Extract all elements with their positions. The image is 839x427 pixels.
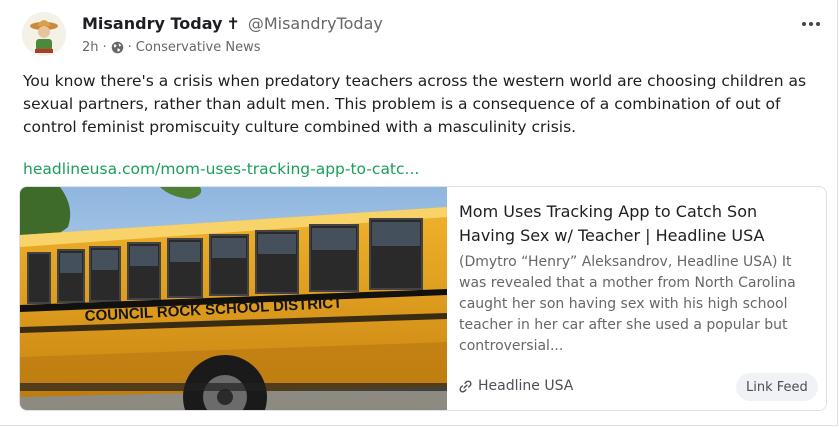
post-card: Misandry Today ✝ @MisandryToday 2h · · C… (0, 0, 838, 426)
preview-title[interactable]: Mom Uses Tracking App to Catch Son Havin… (459, 200, 809, 248)
preview-source[interactable]: Headline USA (459, 378, 573, 394)
post-meta: 2h · · Conservative News (82, 38, 261, 56)
author-handle[interactable]: @MisandryToday (248, 14, 383, 33)
avatar-image (22, 12, 66, 56)
post-link[interactable]: headlineusa.com/mom-uses-tracking-app-to… (23, 160, 419, 178)
more-options-icon[interactable] (796, 14, 826, 34)
meta-separator-2: · (127, 39, 132, 55)
meta-separator: · (102, 39, 107, 55)
link-preview[interactable]: COUNCIL ROCK SCHOOL DISTRICT Mom Uses Tr… (19, 186, 827, 411)
preview-source-label: Headline USA (478, 378, 574, 394)
link-feed-button[interactable]: Link Feed (736, 373, 818, 401)
author-row: Misandry Today ✝ @MisandryToday (82, 12, 383, 34)
post-body: You know there's a crisis when predatory… (23, 72, 807, 136)
post-time[interactable]: 2h (82, 40, 99, 55)
author-avatar[interactable] (22, 12, 66, 56)
preview-image: COUNCIL ROCK SCHOOL DISTRICT (20, 187, 447, 410)
link-icon (459, 379, 472, 393)
cross-icon: ✝ (226, 13, 240, 33)
post-category[interactable]: Conservative News (136, 40, 261, 55)
globe-icon (111, 41, 123, 53)
preview-description: (Dmytro “Henry” Aleksandrov, Headline US… (459, 254, 796, 354)
author-name[interactable]: Misandry Today (82, 14, 222, 33)
